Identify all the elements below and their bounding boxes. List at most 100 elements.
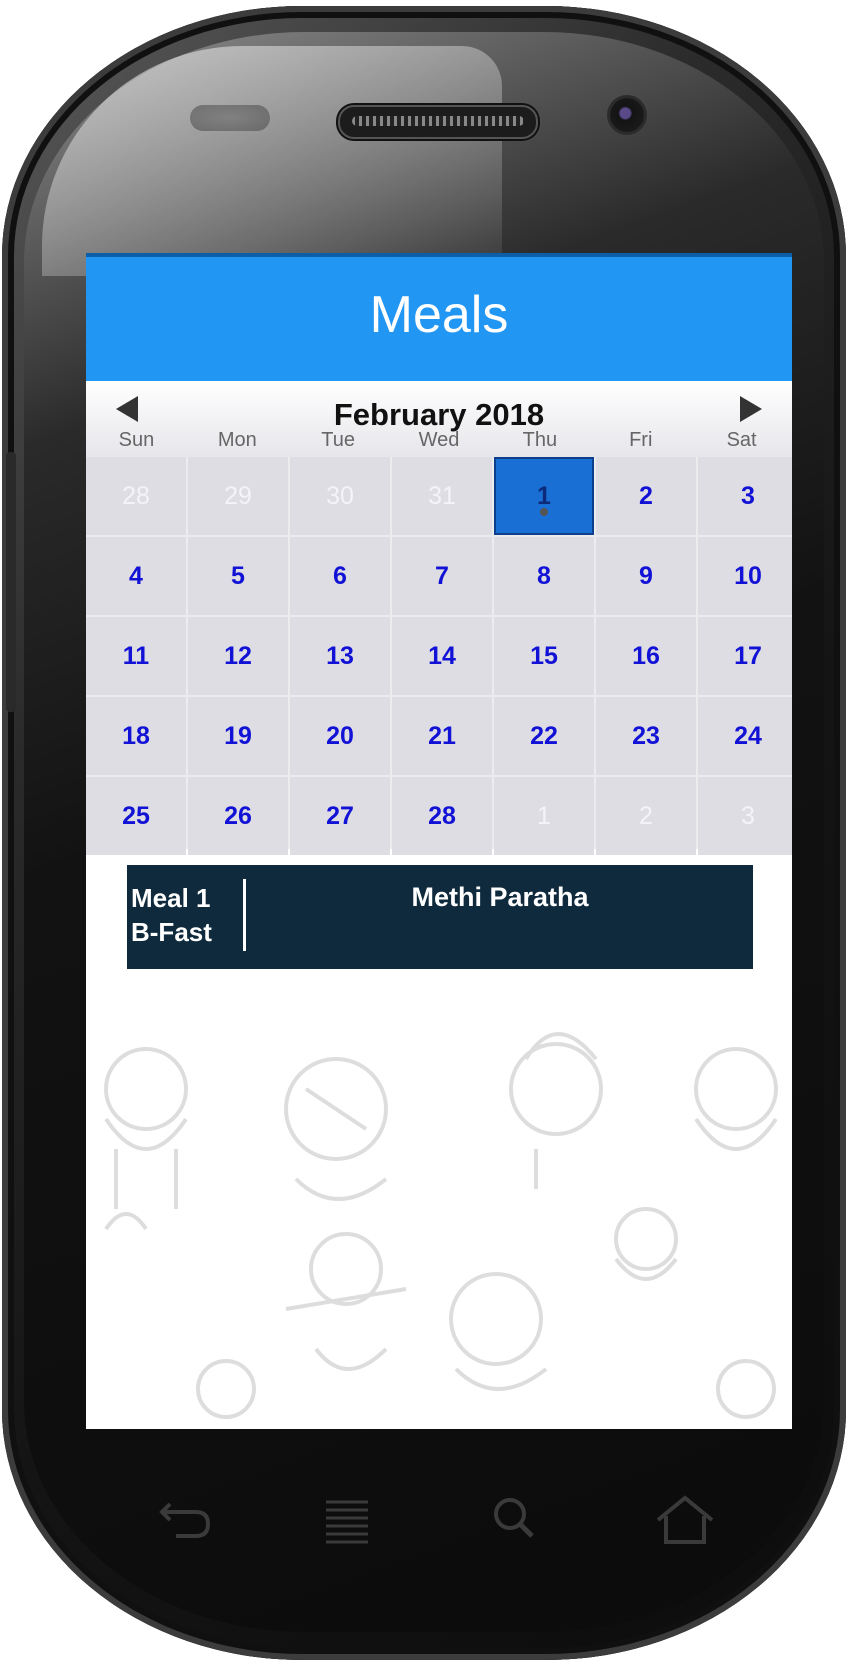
month-label: February 2018 <box>333 397 545 432</box>
day-number: 25 <box>122 801 150 830</box>
day-number: 26 <box>224 801 252 830</box>
menu-key[interactable] <box>312 1490 382 1550</box>
day-cell[interactable]: 28 <box>86 457 186 535</box>
app-bar: Meals <box>86 253 792 381</box>
back-key[interactable] <box>150 1490 220 1550</box>
day-number: 29 <box>224 481 252 510</box>
day-cell[interactable]: 9 <box>596 537 696 615</box>
back-icon <box>159 1502 211 1538</box>
day-number: 4 <box>129 561 143 590</box>
day-cell[interactable]: 19 <box>188 697 288 775</box>
next-month-button[interactable] <box>738 394 764 424</box>
day-number: 21 <box>428 721 456 750</box>
day-cell[interactable]: 17 <box>698 617 792 695</box>
day-number: 6 <box>333 561 347 590</box>
meal-slot: Meal 1 B-Fast <box>131 881 212 949</box>
day-cell[interactable]: 15 <box>494 617 594 695</box>
day-number: 18 <box>122 721 150 750</box>
day-number: 15 <box>530 641 558 670</box>
meal-number: Meal 1 <box>131 883 211 913</box>
day-cell[interactable]: 10 <box>698 537 792 615</box>
day-cell[interactable]: 14 <box>392 617 492 695</box>
page-title: Meals <box>369 286 509 344</box>
right-arrow-icon <box>740 396 762 422</box>
day-number: 3 <box>741 801 755 830</box>
weekday-label: Mon <box>217 429 257 451</box>
day-number: 19 <box>224 721 252 750</box>
day-cell[interactable]: 7 <box>392 537 492 615</box>
home-icon <box>656 1495 714 1544</box>
event-dot-icon <box>540 508 548 516</box>
day-number: 2 <box>639 481 653 510</box>
day-cell[interactable]: 3 <box>698 457 792 535</box>
app-screen: Meals February 2018 Sun Mon Tue Wed Thu Fri Sa… <box>86 253 792 1429</box>
day-number: 30 <box>326 481 354 510</box>
search-key[interactable] <box>480 1490 550 1550</box>
day-cell[interactable]: 12 <box>188 617 288 695</box>
day-cell[interactable]: 2 <box>596 457 696 535</box>
calendar-header: February 2018 Sun Mon Tue Wed Thu Fri Sat <box>86 381 792 457</box>
day-number: 1 <box>537 481 551 510</box>
day-number: 11 <box>122 641 150 670</box>
meal-type: B-Fast <box>131 917 212 947</box>
day-cell[interactable]: 26 <box>188 777 288 855</box>
phone-gloss <box>42 46 502 276</box>
day-cell[interactable]: 22 <box>494 697 594 775</box>
day-number: 12 <box>224 641 252 670</box>
meal-name: Methi Paratha <box>411 882 589 912</box>
meal-entry[interactable]: Meal 1 B-Fast Methi Paratha <box>127 865 753 969</box>
day-number: 14 <box>428 641 456 670</box>
home-key[interactable] <box>650 1490 720 1550</box>
day-cell[interactable]: 6 <box>290 537 390 615</box>
day-number: 10 <box>734 561 762 590</box>
day-cell[interactable]: 18 <box>86 697 186 775</box>
day-cell[interactable]: 24 <box>698 697 792 775</box>
system-navigation <box>0 1490 850 1550</box>
day-cell[interactable]: 16 <box>596 617 696 695</box>
day-number: 28 <box>428 801 456 830</box>
day-cell[interactable]: 30 <box>290 457 390 535</box>
day-cell[interactable]: 2 <box>596 777 696 855</box>
meal-divider <box>243 879 246 951</box>
day-cell[interactable]: 23 <box>596 697 696 775</box>
day-number: 7 <box>435 561 449 590</box>
weekday-row: Sun Mon Tue Wed Thu Fri Sat <box>86 429 792 455</box>
proximity-sensor <box>190 105 270 131</box>
side-volume-button <box>6 452 16 712</box>
day-cell[interactable]: 25 <box>86 777 186 855</box>
weekday-label: Thu <box>522 429 558 451</box>
day-cell[interactable]: 4 <box>86 537 186 615</box>
day-cell-selected[interactable]: 1 <box>494 457 594 535</box>
day-cell[interactable]: 13 <box>290 617 390 695</box>
day-cell[interactable]: 5 <box>188 537 288 615</box>
day-number: 23 <box>632 721 660 750</box>
weekday-label: Sat <box>726 429 757 451</box>
day-cell[interactable]: 27 <box>290 777 390 855</box>
day-number: 1 <box>537 801 551 830</box>
day-cell[interactable]: 31 <box>392 457 492 535</box>
day-number: 5 <box>231 561 245 590</box>
day-number: 20 <box>326 721 354 750</box>
earpiece-speaker <box>338 105 538 139</box>
day-cell[interactable]: 20 <box>290 697 390 775</box>
day-number: 27 <box>326 801 354 830</box>
calendar-grid: 28 29 30 31 1 2 3 4 5 6 7 8 9 10 11 12 13 14 15 16 17 18 19 20 2… <box>86 457 792 855</box>
day-number: 3 <box>741 481 755 510</box>
day-cell[interactable]: 8 <box>494 537 594 615</box>
weekday-label: Tue <box>321 429 356 451</box>
day-cell[interactable]: 3 <box>698 777 792 855</box>
day-cell[interactable]: 28 <box>392 777 492 855</box>
day-cell[interactable]: 1 <box>494 777 594 855</box>
day-cell[interactable]: 21 <box>392 697 492 775</box>
day-number: 31 <box>428 481 456 510</box>
day-cell[interactable]: 11 <box>86 617 186 695</box>
weekday-label: Sun <box>118 429 155 451</box>
day-number: 9 <box>639 561 653 590</box>
search-icon <box>494 1498 534 1538</box>
front-camera <box>610 98 644 132</box>
day-number: 22 <box>530 721 558 750</box>
menu-icon <box>326 1500 368 1544</box>
day-cell[interactable]: 29 <box>188 457 288 535</box>
day-number: 13 <box>326 641 354 670</box>
day-number: 28 <box>122 481 150 510</box>
